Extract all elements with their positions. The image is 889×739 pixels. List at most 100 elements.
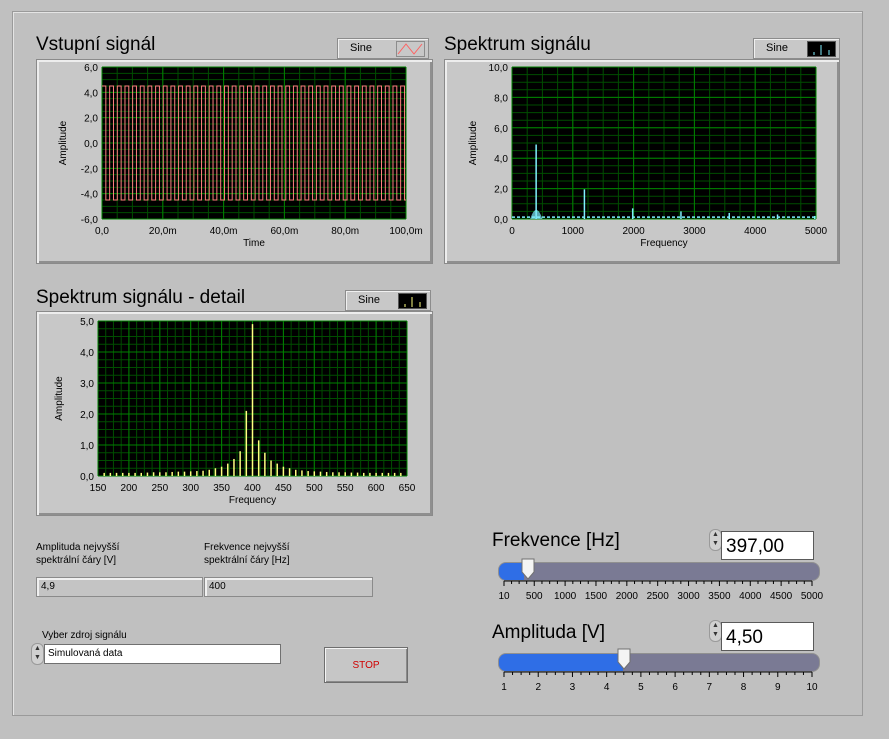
plot-style-icon <box>396 41 425 57</box>
x-tick-label: 0 <box>509 226 515 237</box>
x-tick-label: 350 <box>213 483 230 494</box>
y-tick-label: 0,0 <box>84 139 98 150</box>
x-axis-label: Time <box>243 238 265 249</box>
graph-spectrum[interactable]: 0 1000 2000 3000 4000 5000 10,0 8,0 6,0 4,0 2,0 0,0… <box>445 60 841 265</box>
scale-tick-label: 10 <box>806 682 818 693</box>
y-tick-label: 4,0 <box>84 88 98 99</box>
x-tick-label: 500 <box>306 483 323 494</box>
scale-tick-label: 8 <box>741 682 747 693</box>
x-axis-label: Frequency <box>229 495 276 506</box>
x-tick-label: 100,0m <box>389 226 422 237</box>
y-tick-label: 5,0 <box>80 317 94 328</box>
scale-tick-label: 2000 <box>616 591 639 602</box>
scale-tick-label: 1000 <box>554 591 577 602</box>
legend-label: Sine <box>350 42 373 54</box>
graph-title-spectrum: Spektrum signálu <box>444 34 591 55</box>
y-tick-label: 4,0 <box>80 348 94 359</box>
freq-indicator-label: Frekvence nejvyšší spektrální čáry [Hz] <box>204 542 290 566</box>
y-tick-label: -6,0 <box>81 215 99 226</box>
scale-tick-label: 3 <box>570 682 576 693</box>
y-tick-label: -4,0 <box>81 190 99 201</box>
graph-detail[interactable]: 150 200 250 300 350 400 450 500 550 600 650 5,0 4,0 3… <box>37 312 434 517</box>
x-tick-label: 250 <box>151 483 168 494</box>
graph-frame-detail: 150 200 250 300 350 400 450 500 550 600 650 5,0 4,0 3… <box>36 311 433 516</box>
scale-tick-label: 10 <box>498 591 510 602</box>
graph-frame-input: 0,0 20,0m 40,0m 60,0m 80,0m 100,0m 6,0 4,0 2,0 0,… <box>36 59 433 264</box>
x-tick-label: 550 <box>337 483 354 494</box>
scale-tick-label: 2 <box>535 682 541 693</box>
y-axis-label: Amplitude <box>58 120 69 165</box>
graph-input[interactable]: 0,0 20,0m 40,0m 60,0m 80,0m 100,0m 6,0 4,0 2,0 0,… <box>37 60 434 265</box>
x-tick-label: 200 <box>121 483 138 494</box>
freq-numeric-input[interactable]: 397,00 <box>721 531 814 560</box>
x-tick-label: 80,0m <box>331 226 359 237</box>
x-tick-label: 2000 <box>622 226 645 237</box>
amp-slider-fill <box>499 654 624 671</box>
freq-slider-track[interactable] <box>498 562 820 581</box>
y-tick-label: -2,0 <box>81 164 99 175</box>
plot-style-icon <box>398 293 427 309</box>
scale-tick-label: 2500 <box>647 591 670 602</box>
y-tick-label: 4,0 <box>494 154 508 165</box>
y-tick-label: 10,0 <box>489 63 509 74</box>
legend-label: Sine <box>358 294 381 306</box>
amp-slider-title: Amplituda [V] <box>492 622 605 643</box>
scale-tick-label: 5000 <box>801 591 823 602</box>
plot-style-icon <box>807 41 836 57</box>
graph-frame-spectrum: 0 1000 2000 3000 4000 5000 10,0 8,0 6,0 4,0 2,0 0,0… <box>444 59 840 264</box>
amp-slider-scale: 1 2 3 4 5 6 7 8 9 10 <box>501 671 818 693</box>
x-tick-label: 1000 <box>562 226 585 237</box>
plot-legend-detail[interactable]: Sine <box>345 290 431 311</box>
scale-tick-label: 3500 <box>708 591 731 602</box>
y-tick-label: 6,0 <box>84 63 98 74</box>
y-tick-label: 1,0 <box>80 441 94 452</box>
x-axis-label: Frequency <box>640 238 687 249</box>
freq-slider-title: Frekvence [Hz] <box>492 530 620 551</box>
y-axis-label: Amplitude <box>54 376 65 421</box>
amp-indicator-label: Amplituda nejvyšší spektrální čáry [V] <box>36 542 120 566</box>
y-tick-label: 0,0 <box>494 215 508 226</box>
amp-slider-thumb[interactable] <box>617 648 631 670</box>
scale-tick-label: 7 <box>707 682 713 693</box>
scale-tick-label: 4 <box>604 682 610 693</box>
y-tick-label: 2,0 <box>494 185 508 196</box>
x-tick-label: 40,0m <box>210 226 238 237</box>
scale-tick-label: 3000 <box>677 591 700 602</box>
freq-indicator: 400 <box>204 577 373 597</box>
plot-legend-input[interactable]: Sine <box>337 38 429 59</box>
scale-tick-label: 4000 <box>739 591 762 602</box>
scale-tick-label: 9 <box>775 682 781 693</box>
y-tick-label: 2,0 <box>80 410 94 421</box>
amp-numeric-input[interactable]: 4,50 <box>721 622 814 651</box>
source-ring-label: Vyber zdroj signálu <box>42 630 127 641</box>
source-ring[interactable]: Simulovaná data <box>44 644 281 664</box>
freq-slider-thumb[interactable] <box>521 558 535 580</box>
x-tick-label: 0,0 <box>95 226 109 237</box>
y-tick-label: 2,0 <box>84 114 98 125</box>
x-tick-label: 20,0m <box>149 226 177 237</box>
scale-tick-label: 5 <box>638 682 644 693</box>
scale-tick-label: 4500 <box>770 591 793 602</box>
graph-title-input: Vstupní signál <box>36 34 156 55</box>
ring-increment-decrement[interactable]: ▲ ▼ <box>31 643 44 665</box>
y-axis-label: Amplitude <box>468 120 479 165</box>
y-tick-label: 0,0 <box>80 472 94 483</box>
freq-slider-scale: 10 500 1000 1500 2000 2500 3000 3500 4000 4500 500… <box>498 580 823 602</box>
amp-slider-track[interactable] <box>498 653 820 672</box>
x-tick-label: 4000 <box>744 226 767 237</box>
x-tick-label: 60,0m <box>271 226 299 237</box>
amp-indicator: 4,9 <box>36 577 203 597</box>
scale-tick-label: 500 <box>526 591 543 602</box>
legend-label: Sine <box>766 42 789 54</box>
plot-legend-spectrum[interactable]: Sine <box>753 38 840 59</box>
graph-title-detail: Spektrum signálu - detail <box>36 287 246 308</box>
x-tick-label: 300 <box>182 483 199 494</box>
scale-tick-label: 6 <box>672 682 678 693</box>
scale-tick-label: 1 <box>501 682 507 693</box>
x-tick-label: 400 <box>244 483 261 494</box>
y-tick-label: 6,0 <box>494 124 508 135</box>
x-tick-label: 600 <box>368 483 385 494</box>
x-tick-label: 450 <box>275 483 292 494</box>
x-tick-label: 5000 <box>805 226 828 237</box>
stop-button[interactable]: STOP <box>324 647 408 683</box>
